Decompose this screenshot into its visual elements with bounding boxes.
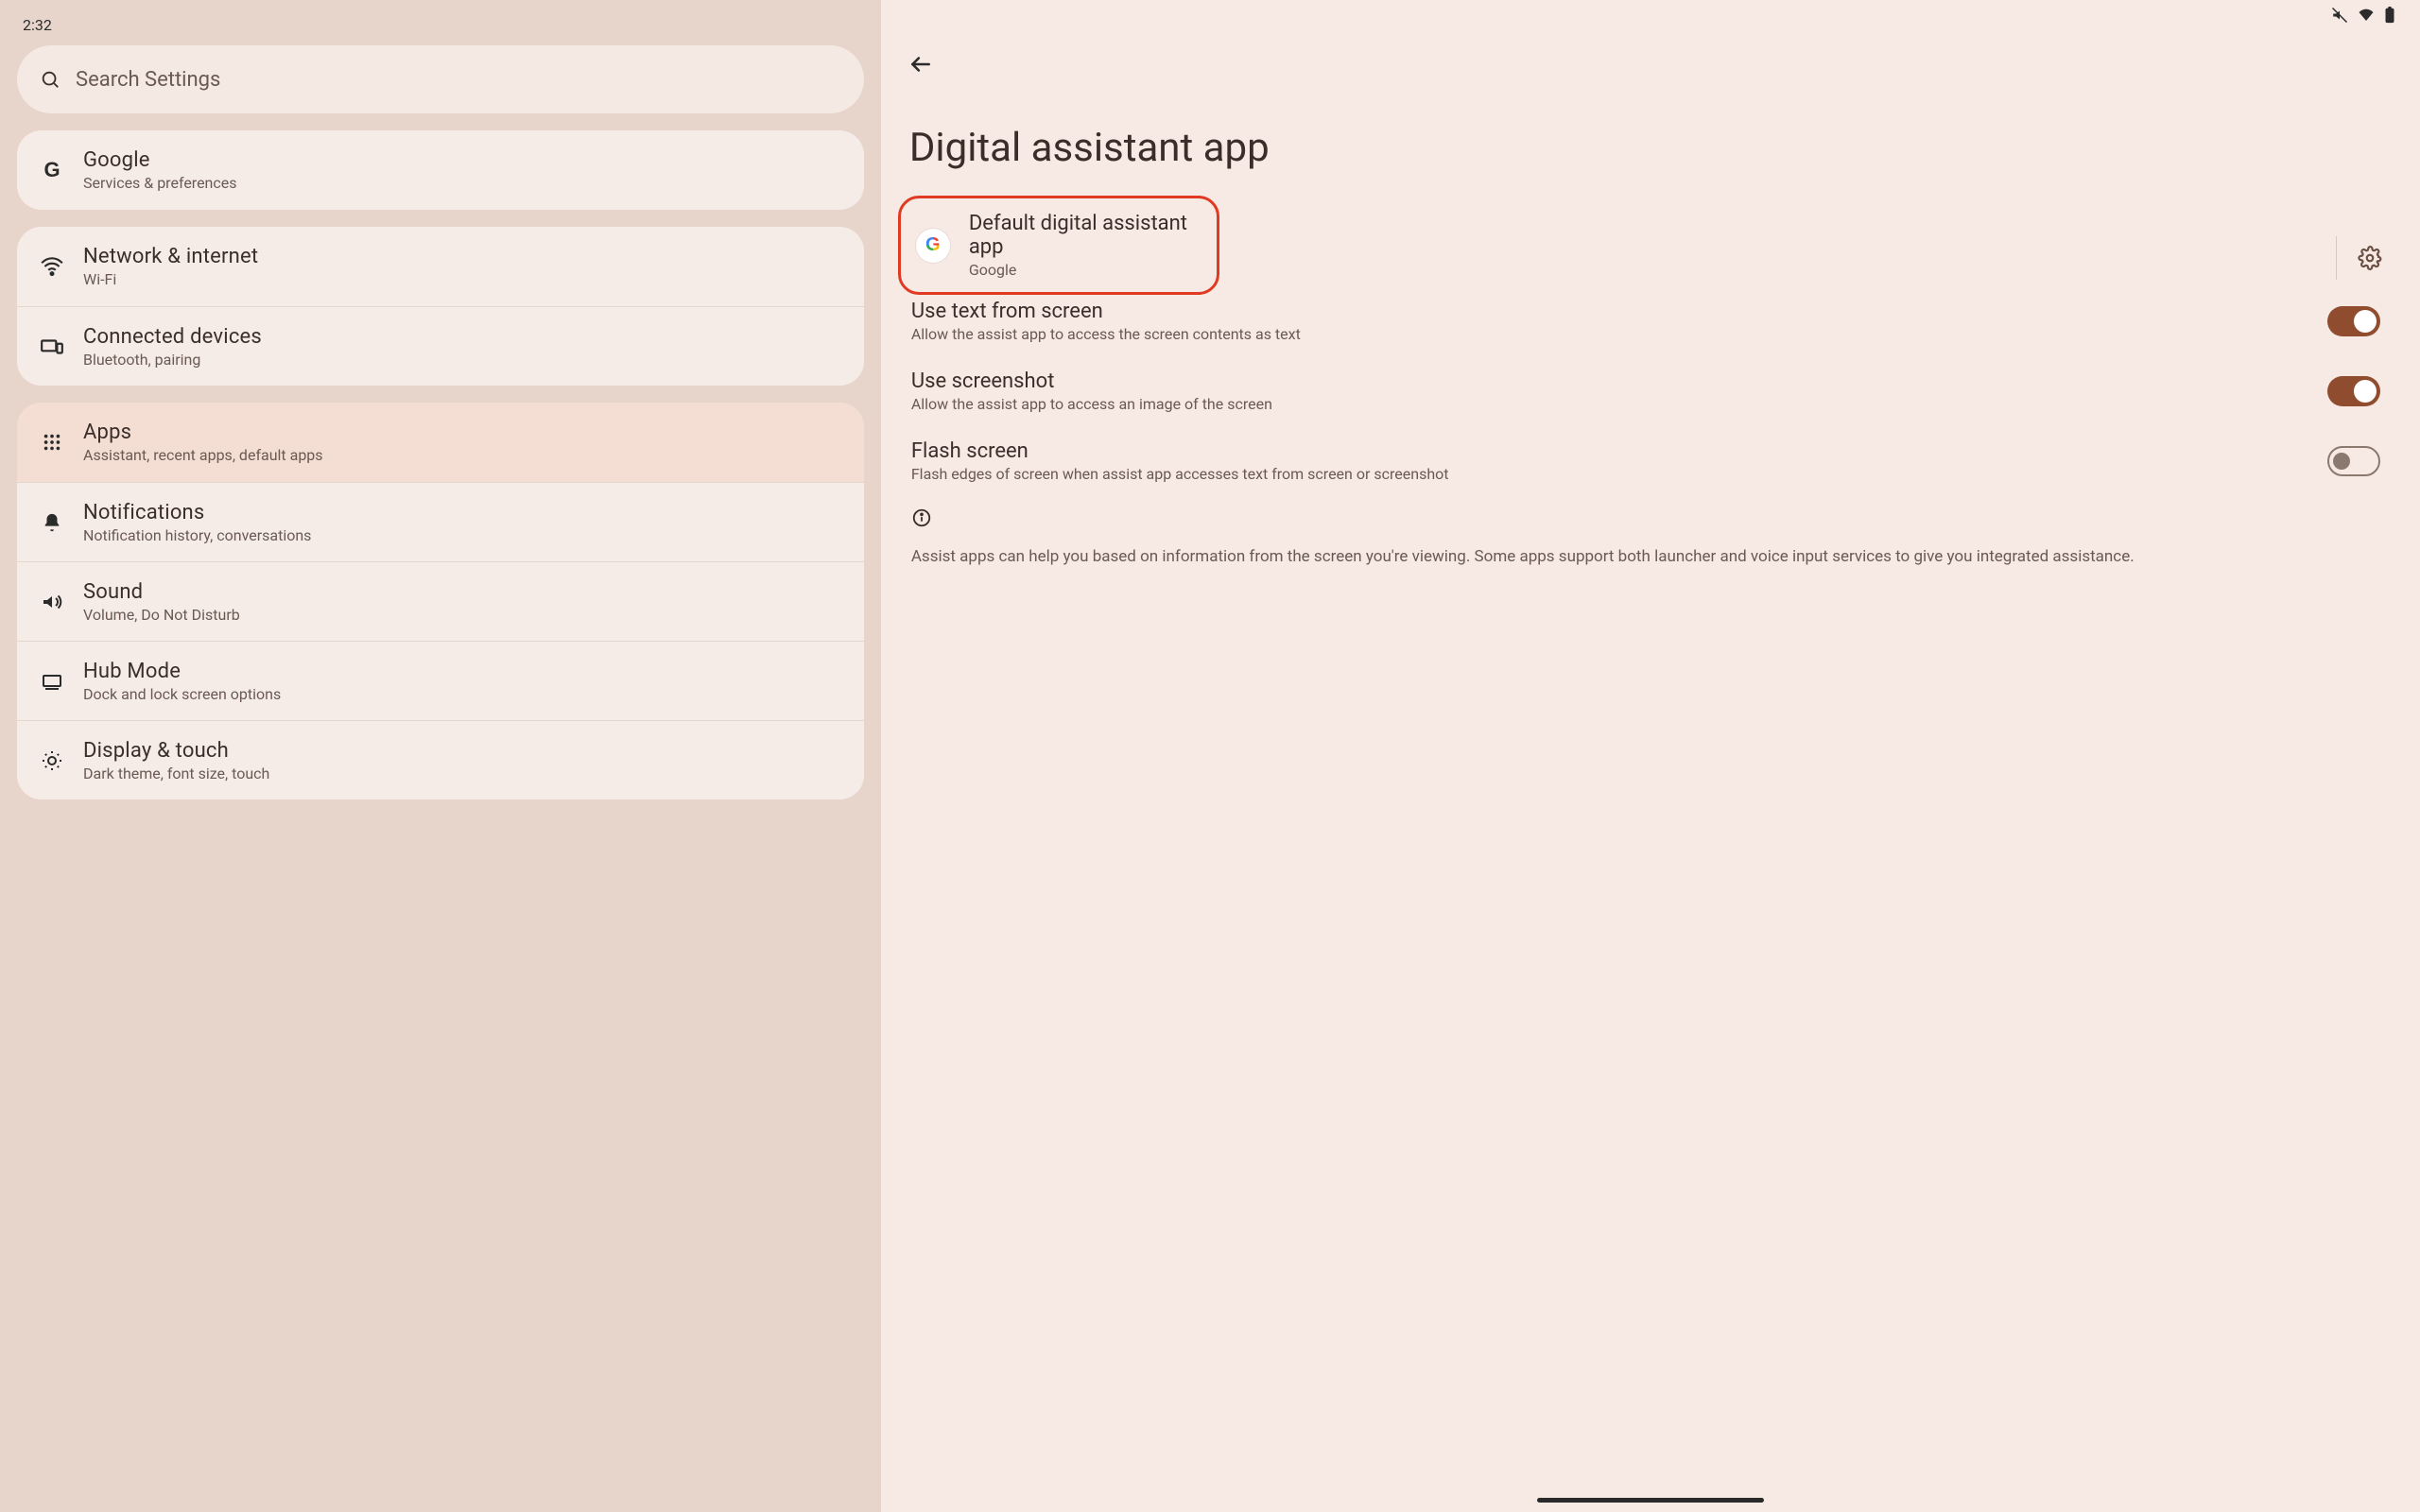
toggle-flash-screen[interactable]: [2327, 446, 2380, 476]
wifi-status-icon: [2358, 7, 2375, 24]
sidebar-item-sub: Dark theme, font size, touch: [83, 765, 269, 782]
status-bar-right: [898, 0, 2397, 30]
sidebar-item-sub: Assistant, recent apps, default apps: [83, 446, 323, 464]
wifi-icon: [38, 254, 66, 279]
row-subtitle: Allow the assist app to access an image …: [911, 395, 2301, 413]
google-logo-icon: G: [914, 229, 952, 263]
info-icon-row: [898, 496, 2397, 528]
sidebar-item-hub[interactable]: Hub Mode Dock and lock screen options: [17, 641, 864, 720]
row-subtitle: Flash edges of screen when assist app ac…: [911, 465, 2301, 483]
sidebar-item-sub: Wi-Fi: [83, 270, 258, 288]
row-title: Flash screen: [911, 439, 2301, 463]
volume-icon: [38, 591, 66, 613]
sidebar-item-label: Display & touch: [83, 739, 269, 763]
sidebar-item-sub: Bluetooth, pairing: [83, 351, 262, 369]
sidebar-item-label: Hub Mode: [83, 660, 281, 683]
divider: [2336, 236, 2337, 280]
google-g-icon: G: [38, 158, 66, 182]
page-title: Digital assistant app: [909, 125, 2397, 171]
row-default-assistant[interactable]: G Default digital assistant app Google: [898, 196, 1219, 295]
gesture-nav-bar[interactable]: [1537, 1498, 1764, 1503]
settings-detail: Digital assistant app G Default digital …: [881, 0, 2420, 1512]
bell-icon: [38, 512, 66, 533]
sidebar-group-2: Apps Assistant, recent apps, default app…: [17, 403, 864, 799]
row-title: Use text from screen: [911, 300, 2301, 323]
sidebar-item-label: Connected devices: [83, 325, 262, 349]
mute-icon: [2331, 7, 2348, 24]
assistant-settings-gear[interactable]: [2354, 242, 2386, 274]
toggle-use-screenshot[interactable]: [2327, 376, 2380, 406]
sidebar-item-devices[interactable]: Connected devices Bluetooth, pairing: [17, 306, 864, 386]
devices-icon: [38, 335, 66, 359]
search-icon: [40, 69, 60, 90]
settings-list: G Default digital assistant app Google: [898, 196, 2397, 570]
info-icon: [911, 507, 932, 528]
brightness-icon: [38, 749, 66, 772]
sidebar-item-sub: Notification history, conversations: [83, 526, 311, 544]
sidebar-item-sub: Dock and lock screen options: [83, 685, 281, 703]
google-card[interactable]: G Google Services & preferences: [17, 130, 864, 210]
apps-grid-icon: [38, 432, 66, 453]
row-use-screenshot[interactable]: Use screenshot Allow the assist app to a…: [898, 356, 2397, 426]
sidebar-item-network[interactable]: Network & internet Wi-Fi: [17, 227, 864, 306]
sidebar-item-label: Sound: [83, 580, 240, 604]
back-button[interactable]: [906, 49, 936, 79]
sidebar-item-notifications[interactable]: Notifications Notification history, conv…: [17, 482, 864, 561]
row-title: Default digital assistant app: [969, 212, 1188, 259]
sidebar-item-sub: Services & preferences: [83, 174, 237, 192]
search-placeholder: Search Settings: [76, 68, 220, 92]
row-flash-screen[interactable]: Flash screen Flash edges of screen when …: [898, 426, 2397, 496]
sidebar-item-display[interactable]: Display & touch Dark theme, font size, t…: [17, 720, 864, 799]
row-use-text[interactable]: Use text from screen Allow the assist ap…: [898, 286, 2397, 356]
hub-icon: [38, 670, 66, 693]
sidebar-item-apps[interactable]: Apps Assistant, recent apps, default app…: [17, 403, 864, 482]
row-subtitle: Allow the assist app to access the scree…: [911, 325, 2301, 343]
search-settings[interactable]: Search Settings: [17, 45, 864, 113]
sidebar-item-label: Network & internet: [83, 245, 258, 268]
sidebar-item-sub: Volume, Do Not Disturb: [83, 606, 240, 624]
sidebar-item-label: Notifications: [83, 501, 311, 524]
status-bar-time: 2:32: [17, 9, 864, 40]
sidebar-item-label: Apps: [83, 421, 323, 444]
sidebar-item-sound[interactable]: Sound Volume, Do Not Disturb: [17, 561, 864, 641]
app-root: 2:32 Search Settings G Google Services &…: [0, 0, 2420, 1512]
row-subtitle: Google: [969, 261, 1188, 279]
assist-description: Assist apps can help you based on inform…: [898, 528, 2397, 570]
sidebar-item-label: Google: [83, 148, 237, 172]
clock: 2:32: [23, 16, 52, 34]
battery-icon: [2384, 7, 2395, 24]
row-title: Use screenshot: [911, 369, 2301, 393]
settings-sidebar: 2:32 Search Settings G Google Services &…: [0, 0, 881, 1512]
sidebar-group-1: Network & internet Wi-Fi Connected devic…: [17, 227, 864, 386]
toggle-use-text[interactable]: [2327, 306, 2380, 336]
